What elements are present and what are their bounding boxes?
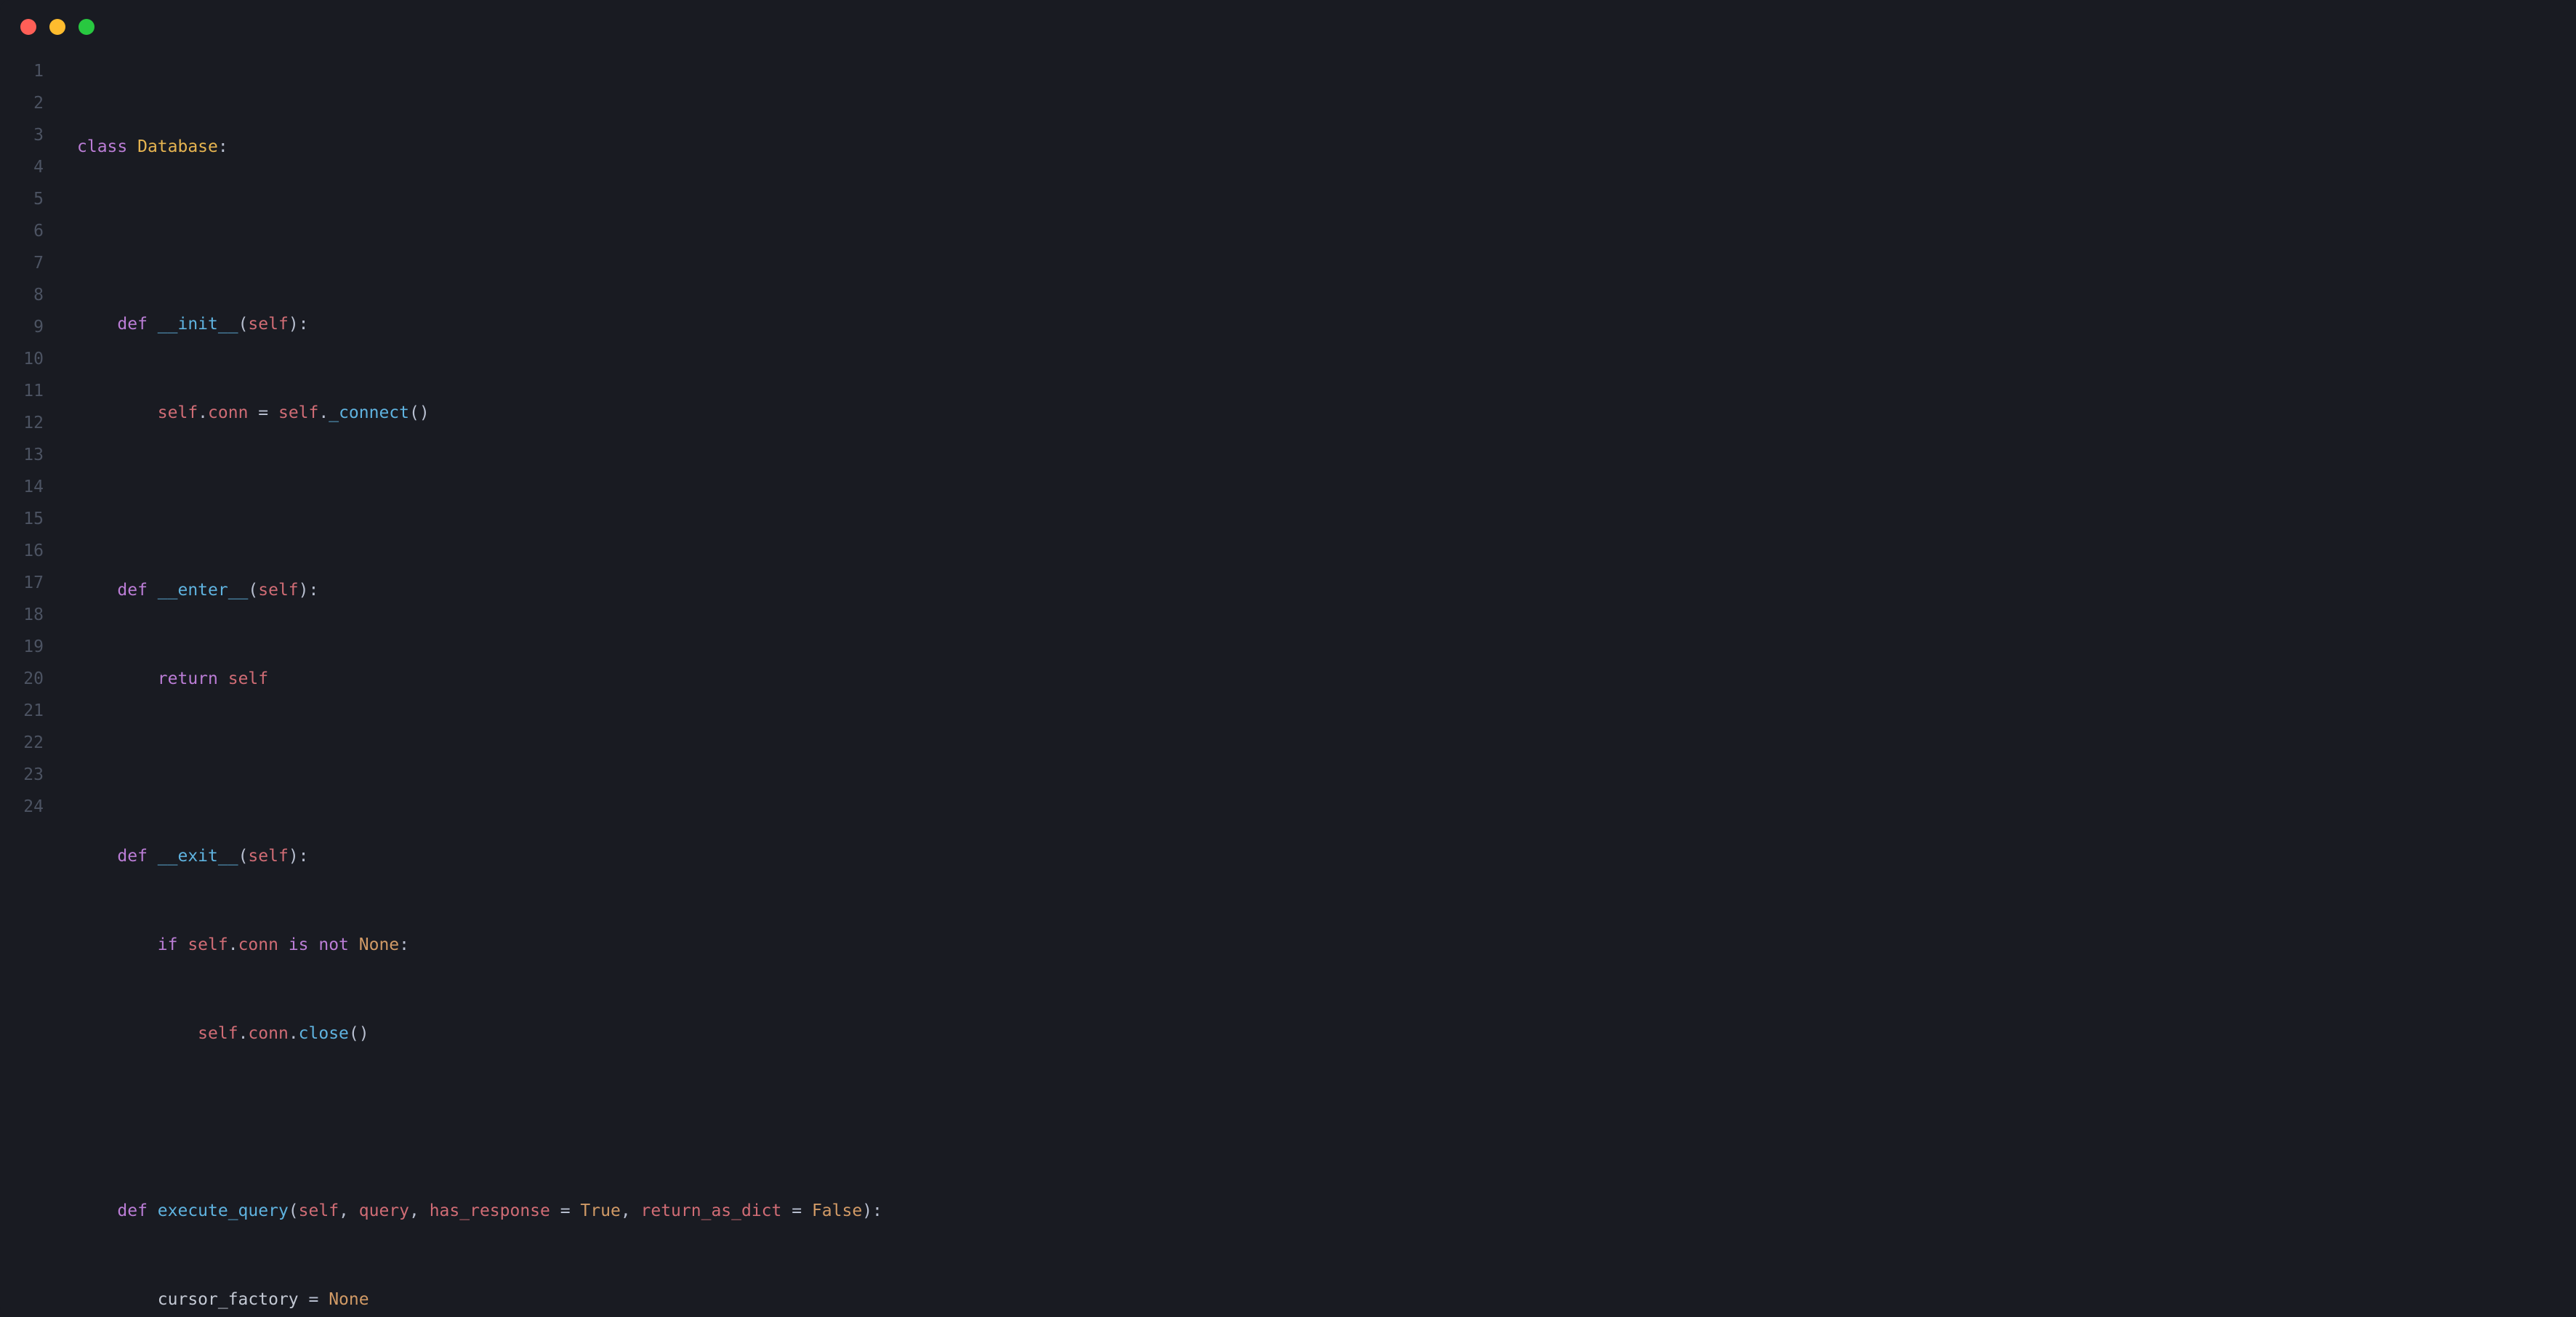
code-line[interactable]: def __exit__(self): (77, 840, 882, 872)
code-line[interactable]: def __init__(self): (77, 308, 882, 340)
code-line[interactable]: class Database: (77, 131, 882, 163)
line-number: 21 (0, 695, 44, 727)
line-number: 13 (0, 439, 44, 471)
line-number: 10 (0, 343, 44, 375)
window-controls (0, 0, 2576, 42)
line-number: 16 (0, 535, 44, 567)
line-number: 6 (0, 215, 44, 247)
line-number-gutter: 1 2 3 4 5 6 7 8 9 10 11 12 13 14 15 16 1… (0, 55, 44, 1317)
close-icon[interactable] (20, 19, 36, 35)
line-number: 20 (0, 663, 44, 695)
line-number: 5 (0, 183, 44, 215)
line-number: 19 (0, 631, 44, 663)
line-number: 1 (0, 55, 44, 87)
code-line[interactable]: self.conn = self._connect() (77, 397, 882, 429)
maximize-icon[interactable] (79, 19, 94, 35)
line-number: 15 (0, 503, 44, 535)
code-line[interactable] (77, 1106, 882, 1138)
code-editor-window: 1 2 3 4 5 6 7 8 9 10 11 12 13 14 15 16 1… (0, 0, 2576, 1317)
code-line[interactable]: def __enter__(self): (77, 574, 882, 606)
code-line[interactable] (77, 486, 882, 517)
code-line[interactable] (77, 752, 882, 784)
line-number: 24 (0, 791, 44, 823)
line-number: 23 (0, 759, 44, 791)
code-line[interactable]: self.conn.close() (77, 1018, 882, 1050)
code-line[interactable]: return self (77, 663, 882, 695)
line-number: 7 (0, 247, 44, 279)
line-number: 9 (0, 311, 44, 343)
line-number: 12 (0, 407, 44, 439)
editor-pane[interactable]: 1 2 3 4 5 6 7 8 9 10 11 12 13 14 15 16 1… (0, 42, 2576, 1317)
line-number: 8 (0, 279, 44, 311)
line-number: 18 (0, 599, 44, 631)
line-number: 4 (0, 151, 44, 183)
code-line[interactable]: cursor_factory = None (77, 1284, 882, 1316)
line-number: 3 (0, 119, 44, 151)
code-content[interactable]: class Database: def __init__(self): self… (44, 55, 882, 1317)
code-line[interactable]: def execute_query(self, query, has_respo… (77, 1195, 882, 1227)
code-line[interactable] (77, 220, 882, 251)
line-number: 14 (0, 471, 44, 503)
line-number: 11 (0, 375, 44, 407)
minimize-icon[interactable] (49, 19, 65, 35)
line-number: 22 (0, 727, 44, 759)
line-number: 2 (0, 87, 44, 119)
code-line[interactable]: if self.conn is not None: (77, 929, 882, 961)
line-number: 17 (0, 567, 44, 599)
